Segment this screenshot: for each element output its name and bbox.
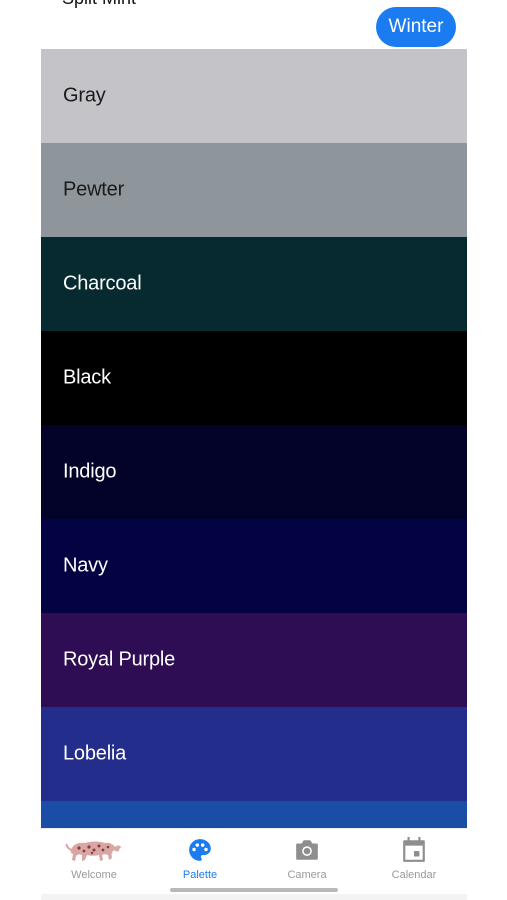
swatch-row[interactable]: Pewter — [41, 143, 467, 237]
leopard-icon — [41, 835, 147, 865]
palette-list[interactable]: Gray Pewter Charcoal Black Indigo Navy R… — [41, 49, 467, 828]
swatch-row[interactable]: Indigo — [41, 425, 467, 519]
swatch-label: Navy — [63, 554, 108, 577]
bottom-strip — [41, 894, 467, 900]
swatch-row[interactable]: Gray — [41, 49, 467, 143]
camera-icon — [254, 835, 360, 865]
swatch-label: Lobelia — [63, 742, 127, 765]
swatch-row[interactable]: Black — [41, 331, 467, 425]
page-title: Split Mint — [62, 0, 136, 9]
tab-label: Calendar — [391, 869, 437, 881]
swatch-label: Indigo — [63, 460, 117, 483]
home-indicator — [170, 888, 338, 892]
tab-label: Camera — [287, 869, 327, 881]
swatch-row[interactable]: Lobelia — [41, 707, 467, 801]
tab-welcome[interactable]: Welcome — [41, 829, 147, 889]
swatch-row[interactable] — [41, 801, 467, 828]
swatch-label: Black — [63, 366, 111, 389]
swatch-label: Gray — [63, 84, 106, 107]
tab-calendar[interactable]: Calendar — [361, 829, 467, 889]
tab-camera[interactable]: Camera — [254, 829, 360, 889]
app-screen: Split Mint Winter Gray Pewter Charcoal B… — [0, 0, 507, 900]
swatch-row[interactable]: Charcoal — [41, 237, 467, 331]
swatch-label: Royal Purple — [63, 648, 176, 671]
tab-label: Palette — [182, 869, 218, 881]
season-button[interactable]: Winter — [376, 7, 456, 47]
swatch-label: Pewter — [63, 178, 125, 201]
swatch-row[interactable]: Navy — [41, 519, 467, 613]
calendar-icon — [361, 835, 467, 865]
swatch-row[interactable]: Royal Purple — [41, 613, 467, 707]
tab-palette[interactable]: Palette — [147, 829, 253, 889]
swatch-label: Charcoal — [63, 272, 142, 295]
tab-label: Welcome — [71, 869, 117, 881]
palette-icon — [147, 835, 253, 865]
